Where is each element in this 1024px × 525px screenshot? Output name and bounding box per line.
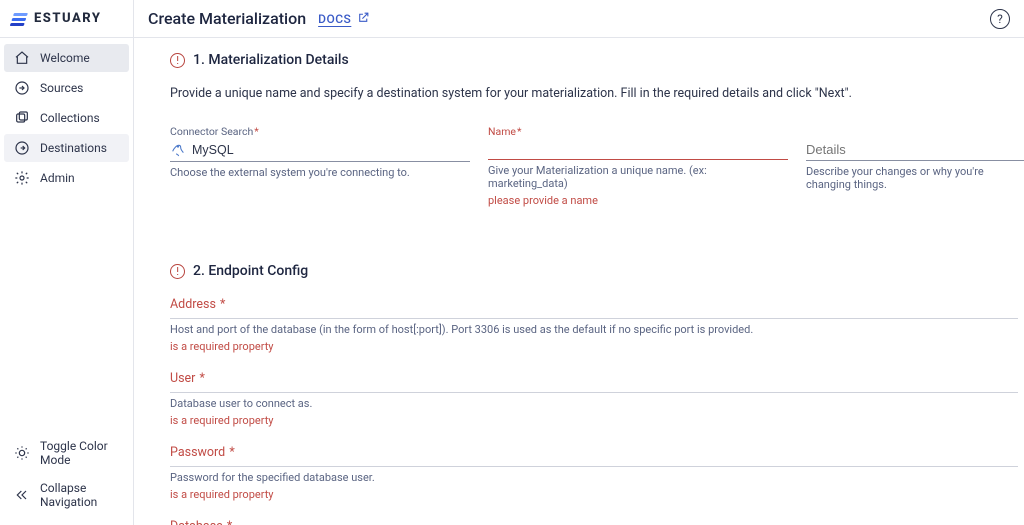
endpoint-address-label: Address * — [170, 297, 1018, 319]
collapse-navigation-label: Collapse Navigation — [40, 481, 119, 509]
name-helper: Give your Materialization a unique name.… — [488, 164, 788, 190]
endpoint-database-label: Database * — [170, 519, 1018, 525]
details-helper: Describe your changes or why you're chan… — [806, 165, 1024, 191]
sun-icon — [14, 445, 30, 461]
sidebar-item-label: Collections — [40, 111, 100, 125]
required-star: * — [217, 297, 225, 312]
connector-field: Connector Search* Choose the external sy… — [170, 125, 470, 207]
sidebar-item-admin[interactable]: Admin — [4, 164, 129, 192]
sidebar-item-label: Admin — [40, 171, 75, 185]
sidebar-item-sources[interactable]: Sources — [4, 74, 129, 102]
details-input[interactable] — [806, 142, 1024, 157]
section-1-heading: 1. Materialization Details — [170, 52, 1024, 68]
name-label: Name* — [488, 125, 788, 138]
sidebar-nav: Welcome Sources Collections Destinations — [0, 38, 133, 427]
name-error: please provide a name — [488, 194, 788, 207]
endpoint-password-error: is a required property — [170, 488, 1018, 501]
endpoint-database-field[interactable]: Database * Name of the logical database … — [170, 519, 1024, 525]
endpoint-user-label: User * — [170, 371, 1018, 393]
section-2-title: 2. Endpoint Config — [193, 263, 308, 279]
section-1-title: 1. Materialization Details — [193, 52, 349, 68]
name-field: Name* Give your Materialization a unique… — [488, 125, 788, 207]
endpoint-address-field[interactable]: Address * Host and port of the database … — [170, 297, 1024, 353]
section-1-desc: Provide a unique name and specify a dest… — [170, 86, 1024, 101]
section-2: 2. Endpoint Config Address * Host and po… — [170, 263, 1024, 525]
error-circle-icon — [170, 264, 185, 279]
help-button[interactable]: ? — [990, 9, 1010, 29]
connector-label: Connector Search* — [170, 125, 470, 138]
sidebar-footer: Toggle Color Mode Collapse Navigation — [0, 427, 133, 525]
sidebar-item-label: Sources — [40, 81, 83, 95]
required-star: * — [517, 125, 522, 138]
name-input-wrapper[interactable] — [488, 140, 788, 160]
page-title: Create Materialization — [148, 9, 306, 28]
toggle-color-mode-button[interactable]: Toggle Color Mode — [4, 433, 129, 473]
connector-input-wrapper[interactable] — [170, 140, 470, 162]
endpoint-password-label: Password * — [170, 445, 1018, 467]
required-star: * — [226, 445, 234, 460]
details-form-row: Connector Search* Choose the external sy… — [170, 125, 1024, 207]
endpoint-password-desc: Password for the specified database user… — [170, 471, 1018, 484]
sidebar-item-collections[interactable]: Collections — [4, 104, 129, 132]
content: 1. Materialization Details Provide a uni… — [134, 38, 1024, 525]
toggle-color-mode-label: Toggle Color Mode — [40, 439, 119, 467]
collapse-navigation-button[interactable]: Collapse Navigation — [4, 475, 129, 515]
details-field: x Describe your changes or why you're ch… — [806, 125, 1024, 207]
docs-link-label: DOCS — [318, 12, 351, 26]
required-star: * — [254, 125, 259, 138]
collection-icon — [14, 110, 30, 126]
external-link-icon — [357, 11, 370, 27]
docs-link[interactable]: DOCS — [318, 11, 370, 27]
brand-logo-icon — [9, 11, 30, 27]
home-icon — [14, 50, 30, 66]
collapse-icon — [14, 487, 30, 503]
mysql-icon — [170, 142, 186, 158]
sidebar: ESTUARY Welcome Sources Collections — [0, 0, 134, 525]
connector-search-input[interactable] — [192, 143, 470, 157]
sidebar-item-welcome[interactable]: Welcome — [4, 44, 129, 72]
section-2-heading: 2. Endpoint Config — [170, 263, 1024, 279]
output-icon — [14, 140, 30, 156]
help-icon: ? — [997, 12, 1003, 26]
endpoint-password-field[interactable]: Password * Password for the specified da… — [170, 445, 1024, 501]
endpoint-user-error: is a required property — [170, 414, 1018, 427]
brand-name: ESTUARY — [34, 11, 101, 26]
required-star: * — [196, 371, 204, 386]
sidebar-item-label: Destinations — [40, 141, 107, 155]
error-circle-icon — [170, 53, 185, 68]
details-input-wrapper[interactable] — [806, 140, 1024, 161]
required-star: * — [224, 519, 232, 525]
sidebar-item-label: Welcome — [40, 51, 90, 65]
endpoint-user-field[interactable]: User * Database user to connect as. is a… — [170, 371, 1024, 427]
endpoint-user-desc: Database user to connect as. — [170, 397, 1018, 410]
input-icon — [14, 80, 30, 96]
name-input[interactable] — [488, 142, 788, 156]
main: Create Materialization DOCS ? 1. Materia… — [134, 0, 1024, 525]
endpoint-address-error: is a required property — [170, 340, 1018, 353]
connector-helper: Choose the external system you're connec… — [170, 166, 470, 179]
topbar: Create Materialization DOCS ? — [134, 0, 1024, 38]
gear-icon — [14, 170, 30, 186]
endpoint-address-desc: Host and port of the database (in the fo… — [170, 323, 1018, 336]
sidebar-item-destinations[interactable]: Destinations — [4, 134, 129, 162]
brand: ESTUARY — [0, 0, 133, 38]
